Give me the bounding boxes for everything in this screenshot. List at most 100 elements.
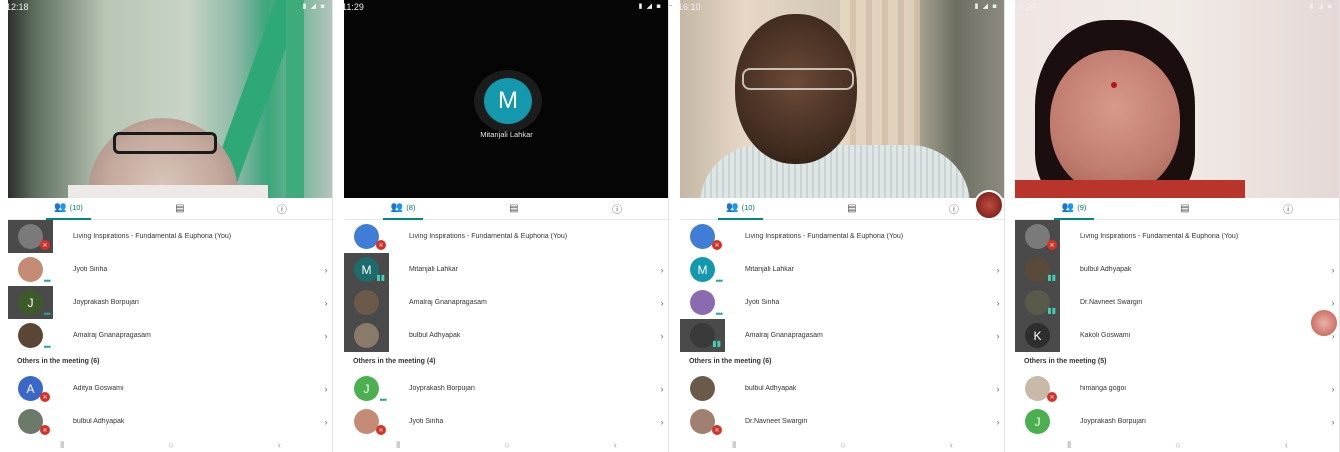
chat-icon: ▤	[847, 203, 857, 214]
home-icon[interactable]: ○	[168, 440, 173, 450]
tab-bar: 👥 (9) ▤ ⓘ	[1015, 198, 1339, 220]
tab-info[interactable]: ⓘ	[941, 198, 967, 220]
back-icon[interactable]: ‹	[1285, 440, 1288, 450]
more-icon: •••	[379, 395, 388, 405]
participant-row[interactable]: J Joyprakash Borpujari ›	[1015, 405, 1339, 438]
tab-bar: 👥 (8) ▤ ⓘ	[344, 198, 668, 220]
participants-list: ✕ Living Inspirations - Fundamental & Eu…	[8, 220, 332, 438]
participant-row[interactable]: M ▮▮ Mitanjali Lahkar ›	[344, 253, 668, 286]
participant-row[interactable]: J ••• Joyprakash Borpujari ›	[344, 372, 668, 405]
tab-info[interactable]: ⓘ	[269, 198, 295, 220]
avatar: ✕	[1015, 372, 1060, 405]
back-icon[interactable]: ‹	[614, 440, 617, 450]
participant-row[interactable]: ▮▮ Dr.Navneet Swargiri ›	[1015, 286, 1339, 319]
participant-row[interactable]: ••• Jyoti Sinha ›	[8, 253, 332, 286]
home-icon[interactable]: ○	[840, 440, 845, 450]
more-icon: •••	[43, 309, 52, 319]
chevron-right-icon[interactable]: ›	[991, 384, 1004, 394]
participant-name: Dr.Navneet Swargiri	[1080, 299, 1143, 306]
participant-row[interactable]: ✕ Living Inspirations - Fundamental & Eu…	[1015, 220, 1339, 253]
tab-bar: 👥 (10) ▤ ⓘ	[680, 198, 1004, 220]
status-bar: 16:10 ▮ ◢ ▪	[672, 0, 1004, 14]
tab-chat[interactable]: ▤	[839, 198, 864, 220]
mic-off-icon: ✕	[712, 240, 722, 250]
chevron-right-icon[interactable]: ›	[319, 298, 332, 308]
participant-row[interactable]: ✕ Dr.Navneet Swargiri ›	[680, 405, 1004, 438]
status-icons: ▮ ◢ ▪	[638, 2, 662, 10]
status-time: 16:10	[678, 2, 701, 12]
chevron-right-icon[interactable]: ›	[1326, 417, 1339, 427]
tab-people-count: (10)	[741, 203, 755, 212]
participant-row[interactable]: ✕ Living Inspirations - Fundamental & Eu…	[680, 220, 1004, 253]
participant-row[interactable]: bulbul Adhyapak ›	[344, 319, 668, 352]
chevron-right-icon[interactable]: ›	[319, 331, 332, 341]
participant-row[interactable]: ▮▮ bulbul Adhyapak ›	[1015, 253, 1339, 286]
participant-row[interactable]: Amalraj Gnanapragasam ›	[344, 286, 668, 319]
tab-people[interactable]: 👥 (10)	[718, 198, 763, 220]
recents-icon[interactable]: ⦀	[732, 440, 736, 451]
meet-panel-1: 12:18 ▮ ◢ ▪ 👥 (10) ▤ ⓘ ✕ Living Inspiratio…	[0, 0, 333, 452]
participant-name: bulbul Adhyapak	[745, 385, 797, 392]
recents-icon[interactable]: ⦀	[60, 440, 64, 451]
chevron-right-icon[interactable]: ›	[991, 265, 1004, 275]
recents-icon[interactable]: ⦀	[1067, 440, 1071, 451]
tab-chat[interactable]: ▤	[501, 198, 526, 220]
participant-row[interactable]: M ••• Mitanjali Lahkar ›	[680, 253, 1004, 286]
participant-row[interactable]: ••• Jyoti Sinha ›	[680, 286, 1004, 319]
participant-row[interactable]: J ••• Joyprakash Borpujari ›	[8, 286, 332, 319]
participant-row[interactable]: bulbul Adhyapak ›	[680, 372, 1004, 405]
participant-row[interactable]: ••• Amalraj Gnanapragasam ›	[8, 319, 332, 352]
chevron-right-icon[interactable]: ›	[655, 265, 668, 275]
participant-row[interactable]: A ✕ Aditya Goswami ›	[8, 372, 332, 405]
participant-name: himanga gogoi	[1080, 385, 1126, 392]
chevron-right-icon[interactable]: ›	[1326, 298, 1339, 308]
tab-info[interactable]: ⓘ	[1275, 198, 1301, 220]
tab-people[interactable]: 👥 (9)	[1053, 198, 1095, 220]
android-nav-bar: ⦀ ○ ‹	[344, 438, 668, 452]
floating-self-view[interactable]	[1309, 308, 1339, 338]
avatar	[680, 372, 725, 405]
tab-people[interactable]: 👥 (10)	[46, 198, 91, 220]
participant-name: bulbul Adhyapak	[73, 418, 125, 425]
floating-self-view[interactable]	[974, 190, 1004, 220]
chevron-right-icon[interactable]: ›	[1326, 265, 1339, 275]
chevron-right-icon[interactable]: ›	[991, 331, 1004, 341]
video-feed	[8, 0, 332, 198]
participant-row[interactable]: ✕ Jyoti Sinha ›	[344, 405, 668, 438]
chevron-right-icon[interactable]: ›	[319, 417, 332, 427]
chevron-right-icon[interactable]: ›	[655, 417, 668, 427]
participant-row[interactable]: ✕ Living Inspirations - Fundamental & Eu…	[344, 220, 668, 253]
status-time: 12:18	[6, 2, 29, 12]
avatar: ▮▮	[680, 319, 725, 352]
chevron-right-icon[interactable]: ›	[1326, 384, 1339, 394]
chevron-right-icon[interactable]: ›	[655, 298, 668, 308]
chevron-right-icon[interactable]: ›	[319, 265, 332, 275]
back-icon[interactable]: ‹	[950, 440, 953, 450]
meet-panel-2: 11:29 ▮ ◢ ▪ M Mitanjali Lahkar 👥 (8) ▤ ⓘ ✕…	[336, 0, 669, 452]
tab-chat[interactable]: ▤	[1172, 198, 1197, 220]
participant-row[interactable]: ▮▮ Amalraj Gnanapragasam ›	[680, 319, 1004, 352]
home-icon[interactable]: ○	[504, 440, 509, 450]
chevron-right-icon[interactable]: ›	[655, 331, 668, 341]
recents-icon[interactable]: ⦀	[396, 440, 400, 451]
avatar: J	[1015, 405, 1060, 438]
participant-name: Living Inspirations - Fundamental & Euph…	[409, 233, 568, 240]
back-icon[interactable]: ‹	[278, 440, 281, 450]
participant-row[interactable]: ✕ Living Inspirations - Fundamental & Eu…	[8, 220, 332, 253]
participant-face	[1050, 50, 1180, 195]
chevron-right-icon[interactable]: ›	[655, 384, 668, 394]
others-section-label: Others in the meeting (6)	[680, 352, 1004, 372]
home-icon[interactable]: ○	[1175, 440, 1180, 450]
tab-chat[interactable]: ▤	[167, 198, 192, 220]
chevron-right-icon[interactable]: ›	[319, 384, 332, 394]
participant-name: Living Inspirations - Fundamental & Euph…	[1080, 233, 1239, 240]
avatar: M ▮▮	[344, 253, 389, 286]
tab-info[interactable]: ⓘ	[604, 198, 630, 220]
tab-people[interactable]: 👥 (8)	[382, 198, 424, 220]
participant-row[interactable]: K Kakoli Goswami ›	[1015, 319, 1339, 352]
participant-row[interactable]: ✕ himanga gogoi ›	[1015, 372, 1339, 405]
chevron-right-icon[interactable]: ›	[991, 298, 1004, 308]
avatar: ✕	[344, 405, 389, 438]
participant-row[interactable]: ✕ bulbul Adhyapak ›	[8, 405, 332, 438]
chevron-right-icon[interactable]: ›	[991, 417, 1004, 427]
